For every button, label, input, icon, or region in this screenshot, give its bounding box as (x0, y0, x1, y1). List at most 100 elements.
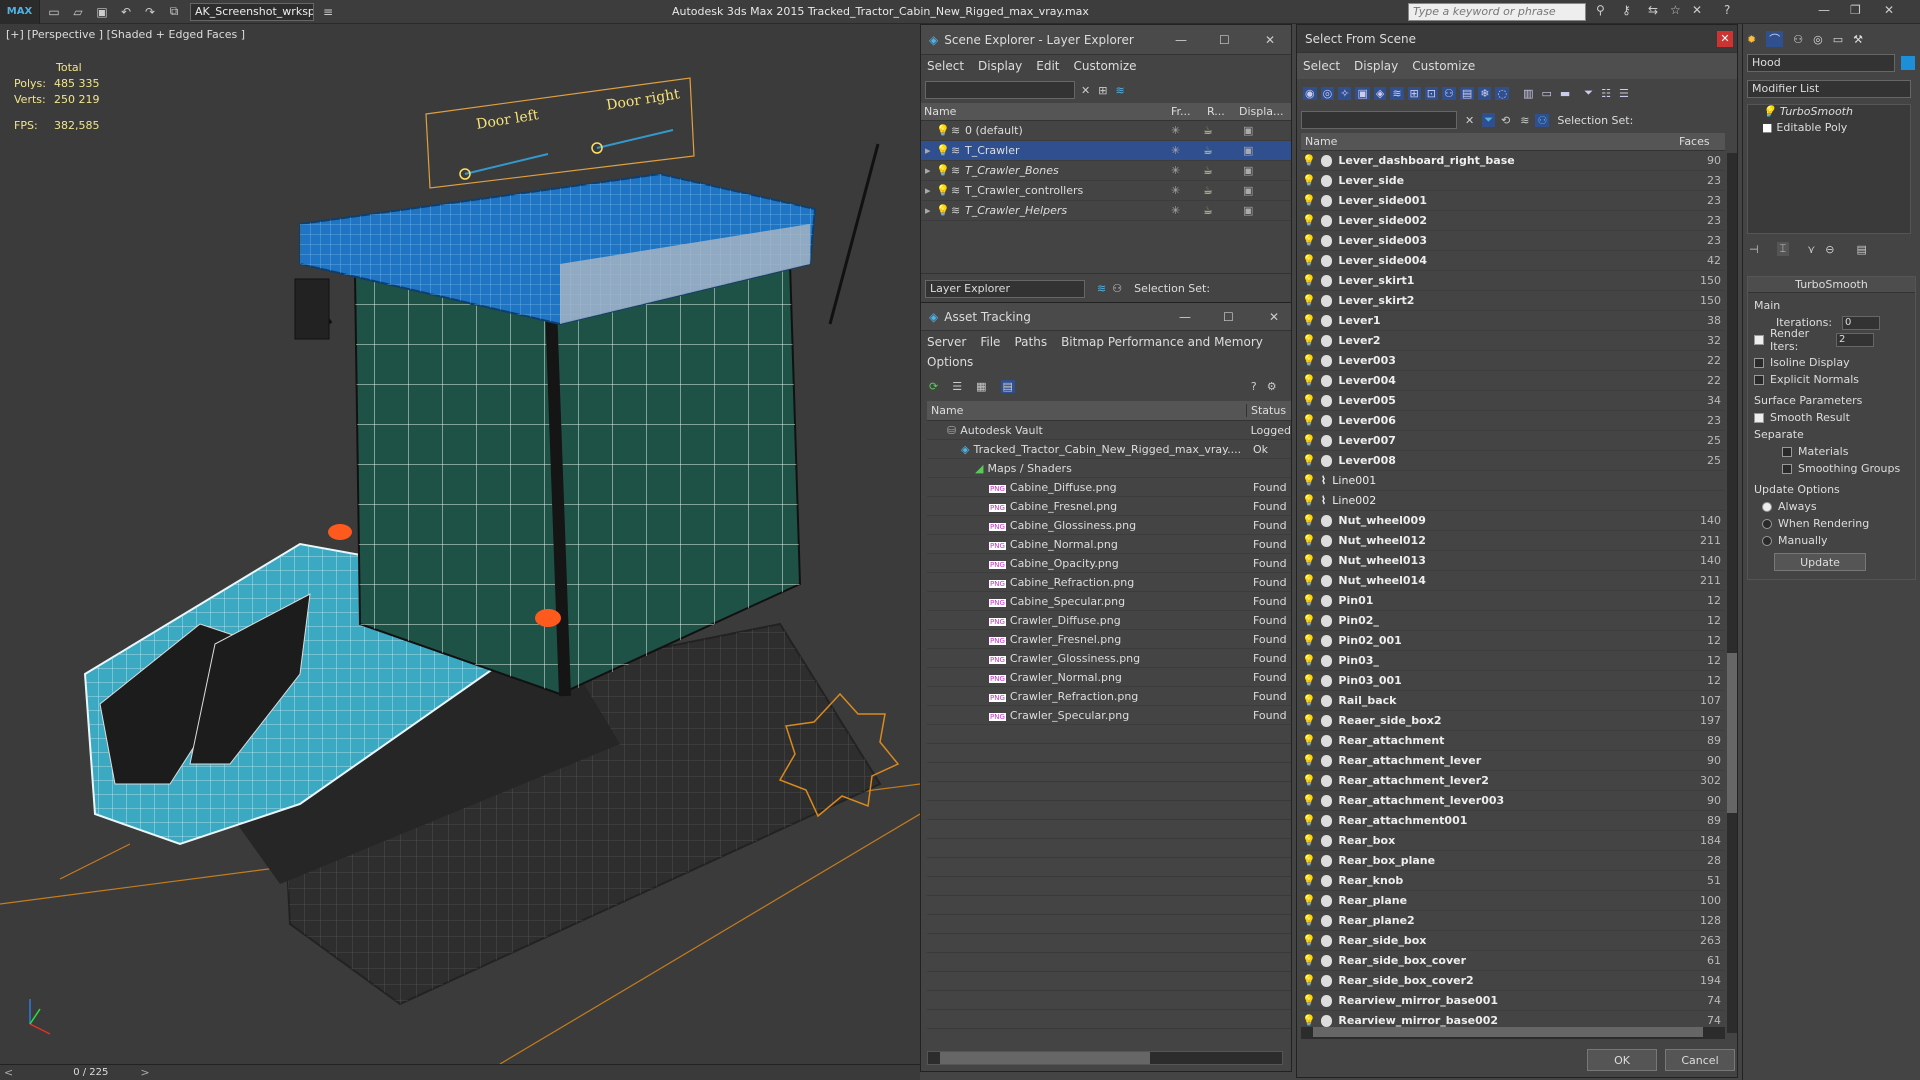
object-row[interactable]: 💡 Lever_side002 23 (1301, 211, 1725, 231)
bulb-icon[interactable]: 💡 (1301, 914, 1317, 927)
menu-customize[interactable]: Customize (1074, 59, 1137, 73)
find-input[interactable] (1301, 111, 1457, 129)
object-row[interactable]: 💡 Rear_attachment_lever003 90 (1301, 791, 1725, 811)
asset-row[interactable]: PNG Cabine_Diffuse.png Found (927, 478, 1291, 497)
xrefs-filter-icon[interactable]: ⊡ (1424, 86, 1438, 100)
isoline-checkbox[interactable] (1754, 357, 1764, 368)
object-row[interactable]: 💡 Lever003 22 (1301, 351, 1725, 371)
display-icon[interactable]: ▣ (1243, 144, 1253, 157)
bulb-icon[interactable]: 💡 (1301, 494, 1317, 507)
shapes-filter-icon[interactable]: ◎ (1320, 86, 1335, 100)
object-row[interactable]: 💡 Lever_side001 23 (1301, 191, 1725, 211)
asset-row[interactable]: PNG Crawler_Glossiness.png Found (927, 649, 1291, 668)
pin-stack-icon[interactable]: ⊣ (1749, 243, 1759, 256)
render-iters-checkbox[interactable] (1754, 334, 1764, 345)
render-iters-spinner[interactable]: 2 (1836, 332, 1874, 347)
warps-filter-icon[interactable]: ≋ (1390, 86, 1404, 100)
modify-tab-icon[interactable]: ⌒ (1766, 31, 1784, 47)
asset-row[interactable]: PNG Cabine_Normal.png Found (927, 535, 1291, 554)
object-name-field[interactable]: Hood (1747, 54, 1895, 72)
star-icon[interactable]: ☆ (1670, 3, 1681, 17)
help-icon[interactable]: ? (1724, 3, 1730, 17)
object-row[interactable]: 💡 Lever1 38 (1301, 311, 1725, 331)
smoothing-groups-checkbox[interactable] (1782, 463, 1792, 474)
expand-arrow-icon[interactable]: ▸ (925, 144, 935, 157)
bulb-icon[interactable]: 💡 (1301, 834, 1317, 847)
close-icon[interactable]: ✕ (1269, 310, 1279, 324)
invert-display-icon[interactable]: ▬ (1560, 87, 1570, 100)
bulb-icon[interactable]: 💡 (1301, 694, 1317, 707)
display-icon[interactable]: ▣ (1243, 204, 1253, 217)
bulb-icon[interactable]: 💡 (1301, 254, 1317, 267)
frozen-filter-icon[interactable]: ❄ (1478, 86, 1492, 100)
layer-icon[interactable]: ≋ (1520, 114, 1529, 127)
layer-row[interactable]: ▸ 💡 ≋ T_Crawler_Bones ✳ ☕ ▣ (921, 161, 1291, 181)
containers-filter-icon[interactable]: ▤ (1459, 86, 1475, 100)
hidden-filter-icon[interactable]: ◌ (1495, 86, 1510, 100)
menu-paths[interactable]: Paths (1014, 335, 1047, 349)
bulb-icon[interactable]: 💡 (1301, 394, 1317, 407)
workspace-dropdown[interactable]: AK_Screenshot_wrksp (190, 2, 314, 21)
bulb-icon[interactable]: 💡 (1301, 274, 1317, 287)
bulb-icon[interactable]: 💡 (935, 144, 951, 157)
bulb-icon[interactable]: 💡 (1762, 105, 1776, 118)
expand-arrow-icon[interactable]: ▸ (925, 184, 935, 197)
configure-sets-icon[interactable]: ▤ (1856, 243, 1866, 256)
object-row[interactable]: 💡 Lever_side003 23 (1301, 231, 1725, 251)
geometry-filter-icon[interactable]: ◉ (1303, 86, 1317, 100)
object-row[interactable]: 💡 Lever_side 23 (1301, 171, 1725, 191)
update-button[interactable]: Update (1774, 553, 1866, 571)
show-end-result-icon[interactable]: ⌶ (1776, 242, 1790, 256)
menu-select[interactable]: Select (1303, 59, 1340, 73)
render-teapot-icon[interactable]: ☕ (1203, 164, 1243, 177)
always-radio[interactable] (1762, 501, 1772, 512)
bulb-icon[interactable]: 💡 (935, 124, 951, 137)
object-row[interactable]: 💡 Rear_side_box_cover2 194 (1301, 971, 1725, 991)
menu-customize[interactable]: Customize (1412, 59, 1475, 73)
layer-row[interactable]: ▸ 💡 ≋ T_Crawler ✳ ☕ ▣ (921, 141, 1291, 161)
help-icon[interactable]: ? (1251, 380, 1257, 393)
sync-selection-icon[interactable]: ⟲ (1501, 114, 1510, 127)
object-row[interactable]: 💡 Lever007 25 (1301, 431, 1725, 451)
expand-arrow-icon[interactable]: ▸ (925, 164, 935, 177)
bulb-icon[interactable]: 💡 (1301, 774, 1317, 787)
object-row[interactable]: 💡 Rear_side_box 263 (1301, 931, 1725, 951)
object-row[interactable]: 💡 Lever2 32 (1301, 331, 1725, 351)
close-icon[interactable]: ✕ (1265, 33, 1275, 47)
object-row[interactable]: 💡 Rear_box 184 (1301, 831, 1725, 851)
freeze-icon[interactable]: ✳ (1171, 164, 1203, 177)
bulb-icon[interactable]: 💡 (1301, 314, 1317, 327)
freeze-icon[interactable]: ✳ (1171, 144, 1203, 157)
bulb-icon[interactable]: 💡 (1301, 154, 1317, 167)
close-icon[interactable]: ✕ (1717, 31, 1733, 47)
bulb-icon[interactable]: 💡 (1301, 874, 1317, 887)
key-icon[interactable]: ⚷ (1622, 3, 1631, 17)
display-icon[interactable]: ▣ (1243, 164, 1253, 177)
iterations-spinner[interactable]: 0 (1842, 315, 1880, 330)
settings-icon[interactable]: ⚙ (1267, 380, 1277, 393)
when-rendering-radio[interactable] (1762, 518, 1772, 529)
search-input[interactable]: Type a keyword or phrase (1408, 3, 1586, 21)
timeline-right-arrow-icon[interactable]: > (140, 1066, 149, 1079)
object-row[interactable]: 💡 Rear_attachment_lever2 302 (1301, 771, 1725, 791)
render-teapot-icon[interactable]: ☕ (1203, 184, 1243, 197)
smooth-result-checkbox[interactable] (1754, 412, 1764, 423)
minimize-icon[interactable]: — (1179, 310, 1191, 324)
stack-item-editable-poly[interactable]: ■ Editable Poly (1748, 121, 1910, 137)
hierarchy-mode-icon[interactable]: ⚇ (1535, 113, 1550, 127)
asset-row[interactable]: ⛁ Autodesk Vault Logged (927, 421, 1291, 440)
display-none-icon[interactable]: ▭ (1541, 87, 1551, 100)
bulb-icon[interactable]: 💡 (1301, 994, 1317, 1007)
bulb-icon[interactable]: 💡 (1301, 574, 1317, 587)
bulb-icon[interactable]: 💡 (1301, 594, 1317, 607)
clear-search-icon[interactable]: ✕ (1081, 84, 1090, 97)
bulb-icon[interactable]: 💡 (1301, 374, 1317, 387)
minimize-icon[interactable]: — (1818, 3, 1830, 17)
bulb-icon[interactable]: 💡 (1301, 234, 1317, 247)
ok-button[interactable]: OK (1587, 1049, 1657, 1071)
bulb-icon[interactable]: 💡 (1301, 614, 1317, 627)
workspace-menu-icon[interactable]: ≡ (318, 3, 338, 21)
filter-selected-icon[interactable]: ⏷ (1482, 113, 1496, 127)
expand-arrow-icon[interactable]: ▸ (925, 204, 935, 217)
timeline-left-arrow-icon[interactable]: < (4, 1066, 13, 1079)
